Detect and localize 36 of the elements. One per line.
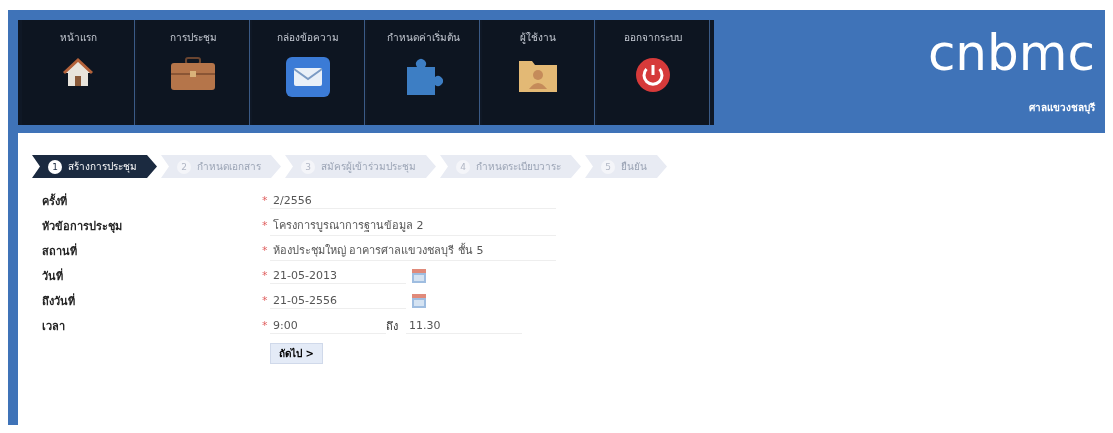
menu-tile[interactable]: กำหนดค่าเริ่มต้น bbox=[367, 20, 480, 125]
required-mark: * bbox=[262, 244, 269, 257]
time-field[interactable]: 11.30 bbox=[406, 317, 522, 334]
field-label: ครั้งที่ bbox=[42, 192, 68, 210]
field-label: ถึงวันที่ bbox=[42, 292, 76, 310]
to-label: ถึง bbox=[386, 318, 398, 335]
wizard-step[interactable]: 1 สร้างการประชุม bbox=[32, 155, 157, 178]
calendar-icon[interactable] bbox=[412, 268, 426, 283]
date-field[interactable]: 21-05-2013 bbox=[270, 267, 406, 284]
required-mark: * bbox=[262, 319, 269, 332]
input-field[interactable]: โครงการบูรณาการฐานข้อมูล 2 bbox=[270, 215, 556, 236]
required-mark: * bbox=[262, 269, 269, 282]
menu-tile[interactable]: หน้าแรก bbox=[22, 20, 135, 125]
menu-tile[interactable]: ออกจากระบบ bbox=[597, 20, 710, 125]
field-label: หัวข้อการประชุม bbox=[42, 218, 123, 235]
input-field[interactable]: 2/2556 bbox=[270, 192, 556, 209]
house-icon bbox=[62, 57, 94, 89]
logo: cnbmc bbox=[927, 28, 1095, 78]
organization-name: ศาลแขวงชลบุรี bbox=[1029, 101, 1095, 115]
field-label: วันที่ bbox=[42, 267, 64, 285]
required-mark: * bbox=[262, 219, 269, 232]
time-field[interactable]: 9:00 bbox=[270, 317, 386, 334]
input-field[interactable]: ห้องประชุมใหญ่ อาคารศาลแขวงชลบุรี ชั้น 5 bbox=[270, 240, 556, 261]
field-label: เวลา bbox=[42, 318, 66, 335]
calendar-icon[interactable] bbox=[412, 293, 426, 308]
required-mark: * bbox=[262, 294, 269, 307]
briefcase-icon bbox=[170, 57, 216, 91]
power-icon bbox=[635, 57, 671, 93]
next-button[interactable]: ถัดไป > bbox=[270, 343, 323, 364]
envelope-icon bbox=[286, 57, 330, 97]
date-field[interactable]: 21-05-2556 bbox=[270, 292, 406, 309]
menu-tile[interactable]: กล่องข้อความ bbox=[252, 20, 365, 125]
menu-tile[interactable]: ผู้ใช้งาน bbox=[482, 20, 595, 125]
field-label: สถานที่ bbox=[42, 242, 78, 260]
menu-tile[interactable]: การประชุม bbox=[137, 20, 250, 125]
required-mark: * bbox=[262, 194, 269, 207]
